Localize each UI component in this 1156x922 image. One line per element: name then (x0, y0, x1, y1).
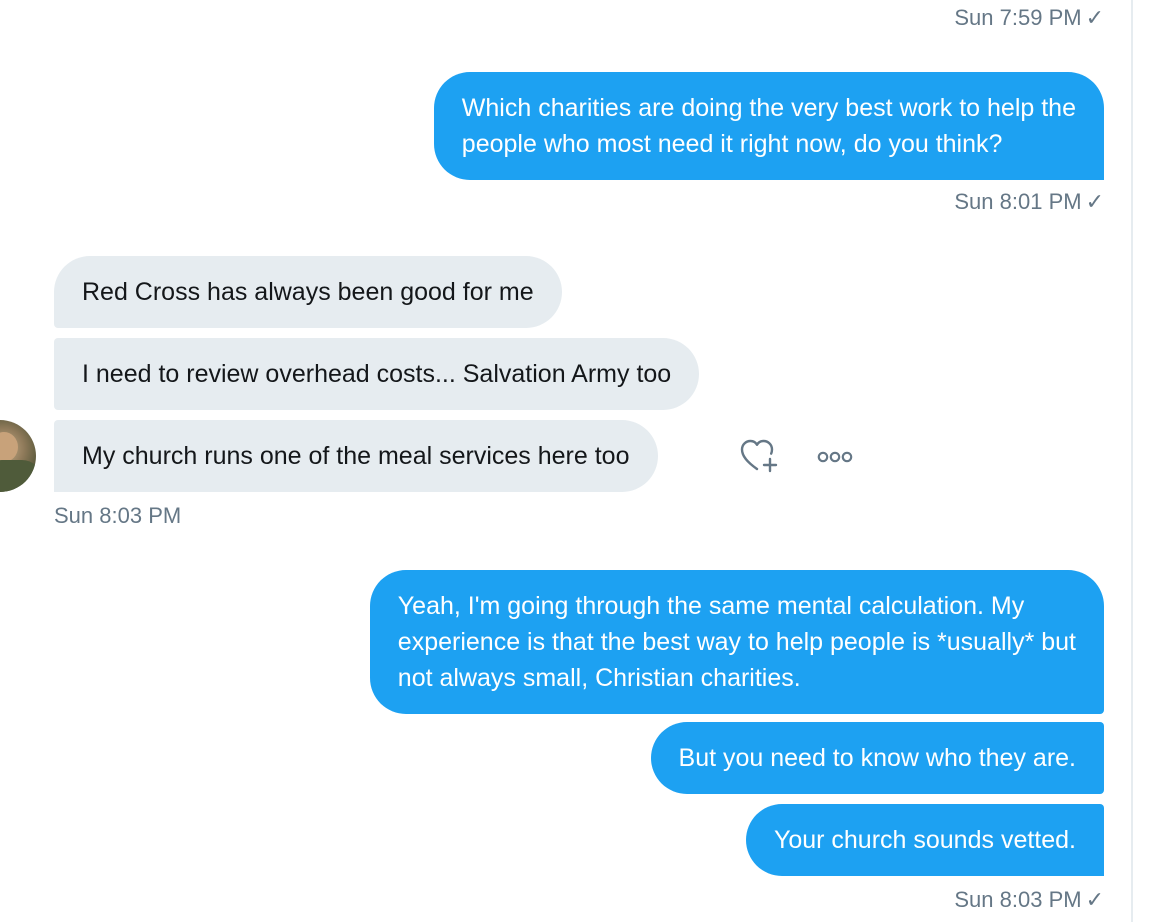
message-text: My church runs one of the meal services … (82, 442, 630, 470)
message-outgoing[interactable]: But you need to know who they are. (650, 722, 1104, 794)
message-outgoing[interactable]: Which charities are doing the very best … (433, 72, 1104, 180)
timestamp-after-question: Sun 8:01 PM ✓ (954, 188, 1104, 216)
timestamp-top: Sun 7:59 PM ✓ (954, 4, 1104, 32)
message-line: not always small, Christian charities. (397, 664, 801, 692)
read-check-icon: ✓ (1085, 887, 1104, 912)
read-check-icon: ✓ (1085, 5, 1104, 30)
message-text: Red Cross has always been good for me (82, 278, 534, 306)
message-incoming[interactable]: I need to review overhead costs... Salva… (54, 338, 700, 410)
message-line: people who most need it right now, do yo… (461, 130, 1003, 158)
message-incoming[interactable]: Red Cross has always been good for me (54, 256, 562, 328)
timestamp-text: Sun 8:03 PM (54, 503, 182, 528)
more-options-icon-graphic (817, 451, 853, 463)
panel-divider (1131, 0, 1133, 922)
message-outgoing[interactable]: Your church sounds vetted. (745, 804, 1104, 876)
message-line: Yeah, I'm going through the same mental … (397, 592, 1025, 620)
timestamp-text: Sun 8:01 PM (954, 189, 1082, 214)
timestamp-bottom: Sun 8:03 PM ✓ (954, 886, 1104, 914)
message-text: Your church sounds vetted. (773, 826, 1076, 854)
timestamp-text: Sun 8:03 PM (954, 887, 1082, 912)
timestamp-text: Sun 7:59 PM (954, 5, 1082, 30)
message-text: I need to review overhead costs... Salva… (82, 360, 672, 388)
message-text: But you need to know who they are. (678, 744, 1076, 772)
avatar-head (0, 432, 18, 462)
avatar-shirt (0, 460, 36, 492)
more-options-icon[interactable] (812, 442, 858, 472)
message-incoming[interactable]: My church runs one of the meal services … (54, 420, 658, 492)
heart-plus-icon[interactable] (736, 436, 782, 476)
message-line: experience is that the best way to help … (397, 628, 1076, 656)
message-outgoing[interactable]: Yeah, I'm going through the same mental … (369, 570, 1104, 714)
heart-plus-icon-graphic (740, 439, 778, 473)
message-line: Which charities are doing the very best … (461, 94, 1076, 122)
timestamp-incoming: Sun 8:03 PM (54, 502, 181, 530)
contact-avatar[interactable] (0, 420, 36, 492)
read-check-icon: ✓ (1085, 189, 1104, 214)
